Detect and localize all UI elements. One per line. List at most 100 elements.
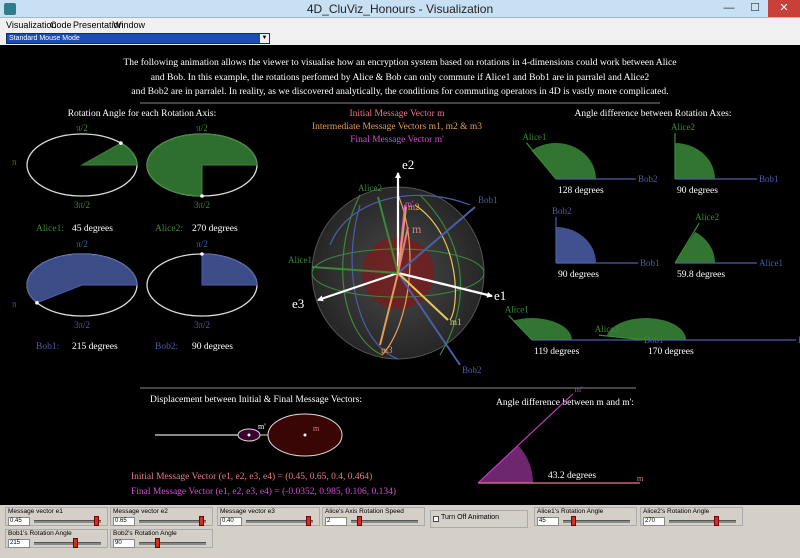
slider-control[interactable]: Message vector e3 0.40 (217, 507, 320, 526)
final-vector-text: Final Message Vector (e1, e2, e3, e4) = … (131, 486, 396, 497)
slider-track[interactable] (139, 520, 206, 523)
chevron-down-icon[interactable]: ▼ (260, 34, 269, 43)
slider-control[interactable]: Bob1's Rotation Angle 215 (5, 529, 108, 548)
axis-a-label: Alice2 (695, 212, 719, 222)
slider-value-field[interactable]: 270 (643, 517, 665, 526)
slider-label: Alice's Axis Rotation Speed (325, 508, 404, 515)
label-m1: m1 (450, 317, 462, 327)
axis-a-label: Alice2 (671, 122, 695, 132)
angle-m-label-m-prime: m' (575, 385, 583, 394)
label-m: m (412, 222, 422, 236)
slider-control[interactable]: Alice2's Rotation Angle 270 (640, 507, 743, 526)
window-title: 4D_CluViz_Honours - Visualization (306, 2, 494, 16)
bob1-angle-name: Bob1: (36, 342, 59, 352)
slider-track[interactable] (34, 520, 101, 523)
slider-knob[interactable] (305, 516, 311, 526)
legend-initial-vector: Initial Message Vector m (349, 109, 445, 119)
difference-diagram: Alice1 Bob2 128 degrees (522, 132, 657, 196)
slider-knob[interactable] (93, 516, 99, 526)
bob2-angle-name: Bob2: (155, 342, 178, 352)
slider-value-field[interactable]: 0.45 (8, 517, 30, 526)
turn-off-animation-checkbox[interactable]: Turn Off Animation (430, 510, 528, 528)
slider-track[interactable] (34, 542, 101, 545)
menu-bar: Visualization Code Presentation Window (0, 18, 800, 32)
pi-label: π (12, 157, 17, 167)
slider-knob[interactable] (714, 516, 720, 526)
minimize-button[interactable]: — (716, 0, 742, 17)
mode-bar: Standard Mouse Mode ▼ (0, 32, 800, 45)
slider-label: Bob1's Rotation Angle (8, 530, 72, 537)
slider-label: Alice1's Rotation Angle (537, 508, 604, 515)
menu-code[interactable]: Code (50, 20, 72, 30)
maximize-button[interactable]: ☐ (742, 0, 768, 17)
pi-half-label: π/2 (196, 123, 208, 133)
pi-label: π (12, 299, 17, 309)
alice2-angle-name: Alice2: (155, 224, 183, 234)
slider-label: Alice2's Rotation Angle (643, 508, 710, 515)
slider-track[interactable] (246, 520, 313, 523)
alice2-angle-value: 270 degrees (192, 224, 238, 234)
slider-value-field[interactable]: 2 (325, 517, 347, 526)
sphere-view[interactable]: e2 e1 e3 Alice1 Alice2 Bob1 Bob2 m m' m1… (288, 157, 506, 375)
slider-knob[interactable] (154, 538, 160, 548)
slider-track[interactable] (669, 520, 736, 523)
difference-sector (675, 143, 715, 179)
initial-vector-point (303, 433, 307, 437)
visualization-canvas[interactable]: The following animation allows the viewe… (0, 45, 800, 505)
axis-a-label: Alice1 (505, 305, 529, 315)
slider-knob[interactable] (357, 516, 363, 526)
visualization-svg: Rotation Angle for each Rotation Axis: π… (12, 102, 800, 497)
angle-marker (200, 252, 204, 256)
slider-control[interactable]: Alice1's Rotation Angle 45 (534, 507, 637, 526)
pi-half-label: π/2 (196, 239, 208, 249)
menu-visualization[interactable]: Visualization (6, 20, 56, 30)
label-bob1: Bob1 (478, 195, 498, 205)
three-pi-half-label: 3π/2 (194, 320, 210, 330)
axis-b-label: Bob1 (640, 258, 660, 268)
axis-b-label: Bob1 (759, 174, 779, 184)
angle-dial-bob1: π/2 3π/2 π Bob1: 215 degrees (12, 239, 138, 352)
slider-value-field[interactable]: 45 (537, 517, 559, 526)
angle-dial-alice2: π/2 3π/2 Alice2: 270 degrees (146, 123, 258, 234)
slider-control[interactable]: Message vector e1 0.45 (5, 507, 108, 526)
label-m2: m2 (408, 202, 420, 212)
slider-control[interactable]: Alice's Axis Rotation Speed 2 (322, 507, 425, 526)
turn-off-animation-label: Turn Off Animation (441, 514, 499, 521)
difference-diagram: Alice2 Bob1 90 degrees (671, 122, 779, 196)
legend-intermediate-vectors: Intermediate Message Vectors m1, m2 & m3 (312, 122, 482, 132)
slider-knob[interactable] (570, 516, 576, 526)
three-pi-half-label: 3π/2 (74, 320, 90, 330)
axis-difference-diagrams: Alice1 Bob2 128 degrees Alice2 Bob1 90 degree… (505, 122, 800, 357)
slider-knob[interactable] (198, 516, 204, 526)
checkbox-box[interactable] (433, 516, 439, 522)
difference-value: 59.8 degrees (677, 270, 725, 280)
angle-m-sector (478, 445, 534, 483)
initial-vector-text: Initial Message Vector (e1, e2, e3, e4) … (131, 471, 372, 482)
axis-b-label: Bob2 (638, 174, 658, 184)
slider-value-field[interactable]: 0.40 (220, 517, 242, 526)
difference-diagram: Alice2Bob2170 degrees (595, 317, 800, 357)
difference-value: 119 degrees (534, 347, 580, 357)
slider-value-field[interactable]: 215 (8, 539, 30, 548)
label-m3: m3 (381, 345, 393, 355)
axis-label-e3: e3 (292, 296, 304, 311)
close-button[interactable]: ✕ (768, 0, 800, 17)
slider-label: Message vector e3 (220, 508, 275, 515)
mouse-mode-select[interactable]: Standard Mouse Mode ▼ (6, 33, 270, 44)
difference-sector (675, 231, 715, 263)
slider-track[interactable] (139, 542, 206, 545)
difference-value: 90 degrees (558, 270, 599, 280)
angle-sector (26, 253, 138, 304)
difference-value: 128 degrees (558, 186, 604, 196)
angle-sector (201, 253, 258, 286)
slider-value-field[interactable]: 90 (113, 539, 135, 548)
angle-dial-alice1: π/2 3π/2 π Alice1: 45 degrees (12, 123, 138, 234)
slider-control[interactable]: Bob2's Rotation Angle 90 (110, 529, 213, 548)
disp-label-m: m (313, 424, 320, 433)
difference-value: 90 degrees (677, 186, 718, 196)
slider-value-field[interactable]: 0.65 (113, 517, 135, 526)
slider-control[interactable]: Message vector e2 0.65 (110, 507, 213, 526)
slider-knob[interactable] (73, 538, 79, 548)
menu-window[interactable]: Window (113, 20, 145, 30)
angle-marker (35, 300, 39, 305)
